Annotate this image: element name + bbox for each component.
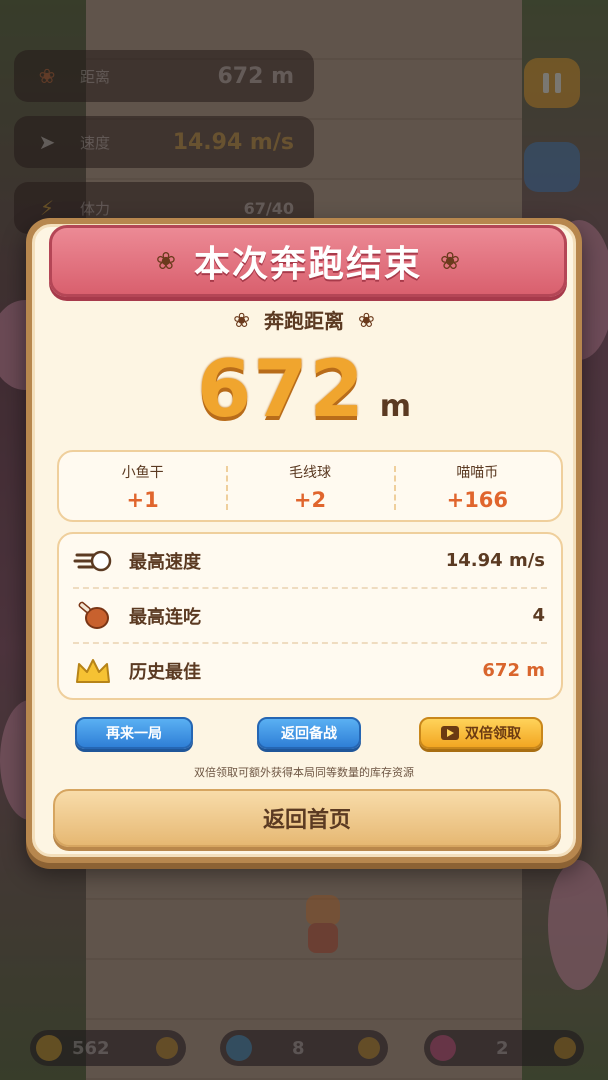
reward-value: +2 [293,488,327,512]
paw-icon: ❀ [155,247,176,275]
reward-value: +1 [126,488,159,512]
distance-value: 672 [196,345,366,435]
paw-icon: ❀ [440,247,461,275]
stat-label: 最高连吃 [129,606,201,628]
stat-value: 672 m [482,660,545,681]
action-buttons: 再来一局 返回备战 双倍领取 [35,717,573,753]
result-dialog: ❀ 本次奔跑结束 ❀ ❀ 奔跑距离 ❀ 672 m 小鱼干 +1 毛线球 +2 喵… [26,218,582,863]
result-banner: ❀ 本次奔跑结束 ❀ [49,225,567,297]
stat-row-top-speed: 最高速度 14.94 m/s [73,534,547,589]
stat-label: 历史最佳 [129,661,201,683]
stat-label: 最高速度 [129,551,201,573]
stats-panel: 最高速度 14.94 m/s 最高连吃 4 历史最佳 672 m [57,532,563,700]
double-claim-note: 双倍领取可额外获得本局同等数量的库存资源 [194,766,414,779]
distance-label-row: ❀ 奔跑距离 ❀ [35,305,573,334]
distance-display: 672 m [35,345,573,435]
stat-value: 14.94 m/s [445,550,545,571]
double-claim-button[interactable]: 双倍领取 [419,717,543,749]
paw-icon: ❀ [358,307,375,332]
video-icon [441,726,459,740]
distance-unit: m [379,389,412,424]
stat-row-combo: 最高连吃 4 [73,589,547,644]
double-claim-label: 双倍领取 [465,726,521,742]
crown-icon [73,655,113,687]
reward-name: 小鱼干 [121,465,164,481]
rewards-panel: 小鱼干 +1 毛线球 +2 喵喵币 +166 [57,450,563,522]
reward-item: 小鱼干 +1 [59,452,226,520]
result-dialog-body: ❀ 本次奔跑结束 ❀ ❀ 奔跑距离 ❀ 672 m 小鱼干 +1 毛线球 +2 喵… [32,224,576,857]
result-title: 本次奔跑结束 [193,244,422,285]
paw-icon: ❀ [233,307,250,332]
return-home-button[interactable]: 返回首页 [53,789,561,847]
stat-value: 4 [532,605,545,626]
reward-item: 喵喵币 +166 [393,452,561,520]
back-to-prep-button[interactable]: 返回备战 [257,717,361,749]
wind-icon [73,545,113,577]
reward-value: +166 [446,488,509,512]
play-again-button[interactable]: 再来一局 [75,717,193,749]
distance-label: 奔跑距离 [264,309,344,333]
reward-name: 喵喵币 [456,465,499,481]
reward-item: 毛线球 +2 [226,452,393,520]
drumstick-icon [73,600,113,632]
reward-name: 毛线球 [288,465,331,481]
stat-row-best: 历史最佳 672 m [73,644,547,697]
